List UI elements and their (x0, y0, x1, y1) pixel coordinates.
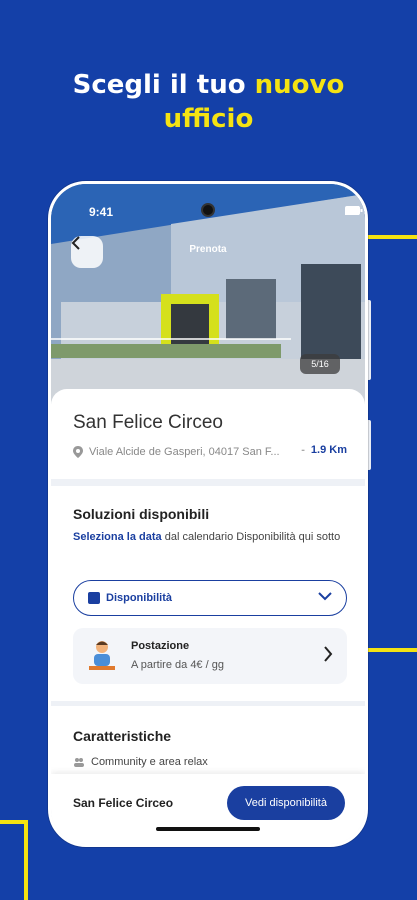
calendar-icon (88, 592, 100, 604)
photo-counter: 5/16 (300, 354, 340, 374)
page-title: Prenota (189, 244, 227, 255)
venue-name: San Felice Circeo (73, 412, 223, 433)
feature-label: Community e area relax (91, 756, 208, 768)
solutions-description: Seleziona la data dal calendario Disponi… (73, 528, 353, 546)
chevron-right-icon (324, 646, 333, 662)
app-screen: 9:41 Prenota 5/16 San Felice Circeo Vial… (51, 184, 365, 844)
workstation-price: A partire da 4€ / gg (131, 659, 224, 671)
headline-accent: nuovo (254, 70, 345, 100)
workstation-title: Postazione (131, 640, 190, 652)
status-bar: 9:41 (51, 202, 365, 222)
location-pin-icon (73, 446, 83, 458)
workstation-option[interactable]: Postazione A partire da 4€ / gg (73, 628, 347, 684)
bottom-venue-name: San Felice Circeo (73, 796, 174, 810)
address-row: Viale Alcide de Gasperi, 04017 San F... … (73, 444, 353, 460)
status-time: 9:41 (89, 205, 114, 219)
battery-icon (345, 206, 363, 215)
venue-address: Viale Alcide de Gasperi, 04017 San F... (89, 446, 280, 458)
headline-accent: ufficio (163, 104, 254, 134)
community-icon (74, 758, 84, 767)
availability-label: Disponibilità (106, 592, 172, 604)
venue-distance: 1.9 Km (310, 444, 347, 456)
availability-dropdown[interactable]: Disponibilità (73, 580, 347, 616)
bottom-bar: San Felice Circeo Vedi disponibilità (51, 774, 365, 844)
home-indicator (156, 827, 260, 831)
phone-frame: 9:41 Prenota 5/16 San Felice Circeo Vial… (48, 181, 368, 847)
person-desk-icon (89, 641, 115, 670)
hero-photo[interactable]: 9:41 Prenota 5/16 (51, 184, 365, 404)
distance-group: -1.9 Km (295, 444, 347, 456)
solutions-section: Soluzioni disponibili Seleziona la data … (51, 486, 365, 701)
camera-notch (201, 203, 215, 217)
view-availability-button[interactable]: Vedi disponibilità (227, 786, 345, 820)
solutions-description-text: dal calendario Disponibilità qui sotto (161, 531, 341, 543)
venue-card: San Felice Circeo Viale Alcide de Gasper… (51, 389, 365, 479)
headline: Scegli il tuo nuovo ufficio (0, 68, 417, 136)
distance-separator: - (301, 444, 305, 456)
solutions-title: Soluzioni disponibili (73, 506, 210, 522)
select-date-link[interactable]: Seleziona la data (73, 531, 162, 543)
decor-line (24, 820, 28, 900)
headline-text: Scegli il tuo (72, 70, 255, 100)
decor-line (368, 648, 417, 652)
features-title: Caratteristiche (73, 728, 172, 744)
chevron-down-icon (318, 592, 332, 601)
feature-item: Community e area relax (73, 756, 208, 768)
